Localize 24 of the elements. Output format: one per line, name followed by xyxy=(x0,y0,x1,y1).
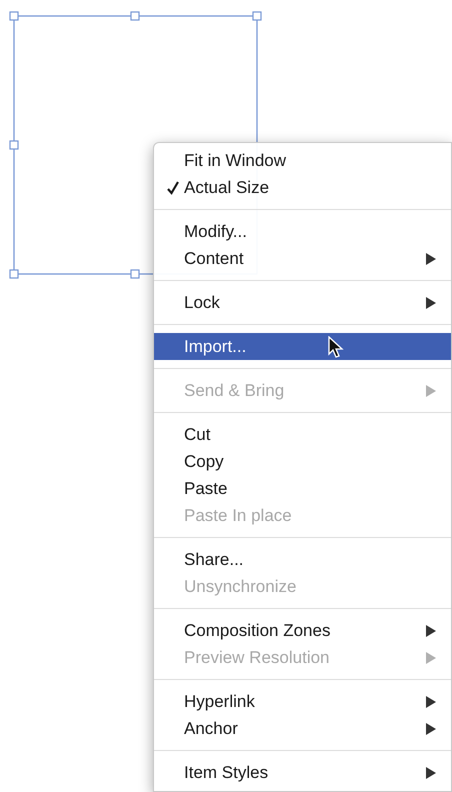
submenu-arrow-icon xyxy=(426,766,436,778)
menu-item[interactable]: Modify... xyxy=(154,218,451,245)
mouse-pointer-icon xyxy=(328,336,344,360)
menu-item[interactable]: Actual Size xyxy=(154,174,451,201)
menu-item[interactable]: Anchor xyxy=(154,715,451,742)
menu-item[interactable]: Copy xyxy=(154,448,451,475)
menu-item[interactable]: Hyperlink xyxy=(154,688,451,715)
submenu-arrow-icon xyxy=(426,252,436,264)
menu-item[interactable]: Item Styles xyxy=(154,759,451,786)
checkmark-icon xyxy=(167,181,179,195)
submenu-arrow-icon xyxy=(426,296,436,308)
menu-item[interactable]: Content xyxy=(154,245,451,272)
menu-item[interactable]: Share... xyxy=(154,546,451,573)
submenu-arrow-icon xyxy=(426,624,436,636)
submenu-arrow-icon xyxy=(426,696,436,708)
submenu-arrow-icon xyxy=(426,652,436,664)
menu-item[interactable]: Paste xyxy=(154,475,451,502)
menu-item[interactable]: Composition Zones xyxy=(154,617,451,644)
menu-item[interactable]: Lock xyxy=(154,289,451,316)
menu-item[interactable]: Import... xyxy=(154,333,451,360)
submenu-arrow-icon xyxy=(426,722,436,734)
menu-item[interactable]: Fit in Window xyxy=(154,147,451,174)
menu-item[interactable]: Cut xyxy=(154,421,451,448)
submenu-arrow-icon xyxy=(426,384,436,396)
